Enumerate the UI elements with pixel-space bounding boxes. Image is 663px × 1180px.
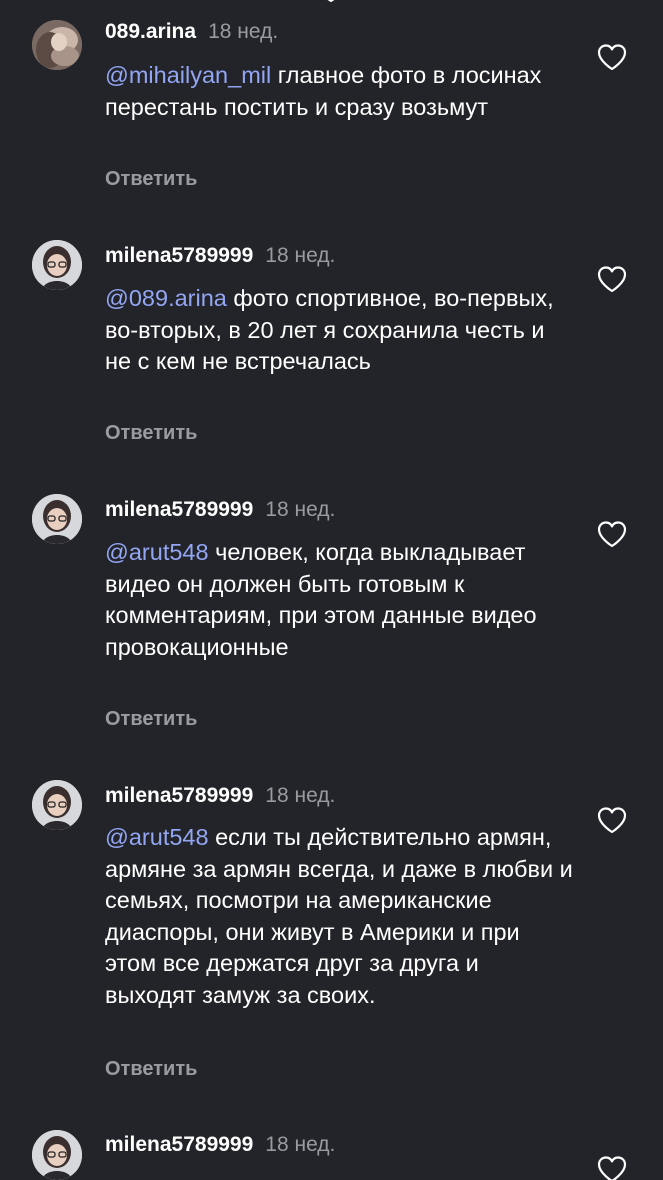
avatar-photo-icon [32, 1130, 82, 1180]
comment-time: 18 нед. [265, 1133, 336, 1156]
heart-outline-icon[interactable] [597, 1155, 627, 1180]
comments-screen: 089.arina 18 нед. @mihailyan_mil главное … [0, 0, 663, 1180]
comment-item: milena5789999 18 нед. [0, 0, 663, 1180]
avatar[interactable] [32, 1130, 82, 1180]
username-text[interactable]: milena5789999 [105, 1133, 253, 1156]
comment-author[interactable]: milena5789999 18 нед. [105, 1132, 335, 1158]
